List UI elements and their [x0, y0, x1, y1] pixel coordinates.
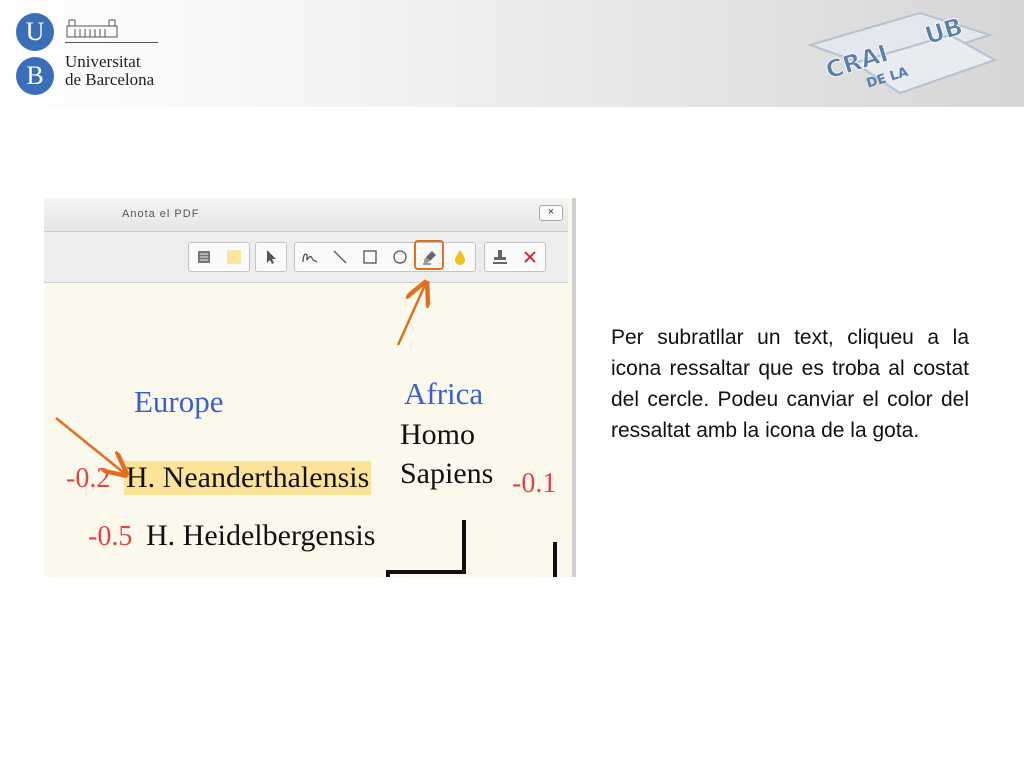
- highlighter-icon: [423, 251, 436, 265]
- slide-header: U B Universitat de Barcelona CRAI DE LA …: [0, 0, 1024, 107]
- pointer-button[interactable]: [256, 243, 286, 271]
- delete-button[interactable]: [515, 243, 545, 271]
- delete-icon: [524, 251, 536, 263]
- row1-value: -0.2: [66, 463, 111, 494]
- university-building-icon: [66, 19, 118, 38]
- right-value: -0.1: [512, 468, 557, 499]
- homo-label: Homo: [400, 418, 475, 451]
- toolbar-group-notes: [188, 242, 250, 272]
- instruction-caption: Per subratllar un text, cliqueu a la ico…: [611, 326, 969, 442]
- window-titlebar: Anota el PDF ×: [44, 198, 568, 232]
- sapiens-label: Sapiens: [400, 457, 494, 490]
- toolbar-group-select: [255, 242, 287, 272]
- annotate-pdf-window: Anota el PDF × Europe Africa Homo Sapien…: [44, 198, 576, 577]
- row2-label: H. Heidelbergensis: [146, 519, 376, 552]
- ub-logo-b: B: [16, 57, 54, 95]
- europe-label: Europe: [134, 384, 224, 419]
- line-button[interactable]: [325, 243, 355, 271]
- circle-icon: [393, 250, 407, 264]
- university-name-line2: de Barcelona: [65, 70, 155, 89]
- crai-ub-logo: CRAI DE LA UB: [806, 12, 998, 95]
- stamp-icon: [493, 250, 507, 264]
- stamp-button[interactable]: [485, 243, 515, 271]
- freehand-icon: [302, 253, 318, 263]
- notes-button[interactable]: [189, 243, 219, 271]
- rectangle-button[interactable]: [355, 243, 385, 271]
- color-drop-icon: [455, 250, 465, 265]
- freehand-button[interactable]: [295, 243, 325, 271]
- rectangle-icon: [363, 250, 377, 264]
- sticky-note-icon: [227, 250, 241, 264]
- circle-button[interactable]: [385, 243, 415, 271]
- highlighter-button[interactable]: [414, 240, 445, 271]
- ub-logo-u: U: [16, 13, 54, 51]
- highlighted-text[interactable]: H. Neanderthalensis: [124, 461, 372, 495]
- logo-divider: [65, 42, 158, 43]
- pointer-icon: [267, 250, 276, 264]
- tree-branch-lines: [386, 520, 557, 577]
- close-button[interactable]: ×: [539, 205, 563, 221]
- pdf-document-view: Europe Africa Homo Sapiens -0.1 -0.2 H. …: [44, 283, 568, 577]
- color-drop-button[interactable]: [445, 243, 475, 271]
- notes-icon: [198, 251, 210, 263]
- toolbar-group-draw: [294, 240, 476, 272]
- row2-value: -0.5: [88, 521, 133, 552]
- annotation-toolbar: [44, 232, 568, 283]
- university-name-line1: Universitat: [65, 52, 141, 71]
- sticky-note-button[interactable]: [219, 243, 249, 271]
- africa-label: Africa: [404, 376, 484, 411]
- window-title: Anota el PDF: [122, 208, 200, 220]
- toolbar-group-stamp: [484, 242, 546, 272]
- line-icon: [333, 250, 347, 264]
